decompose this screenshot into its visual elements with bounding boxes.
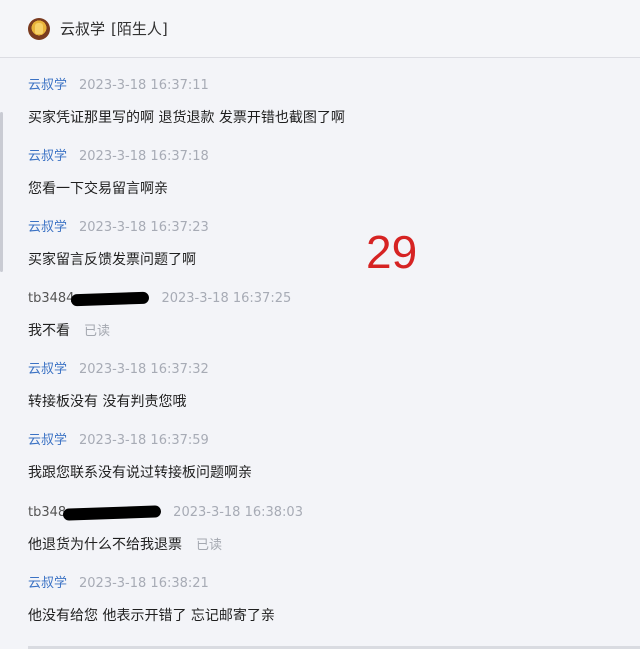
sender-name[interactable]: 云叔学 [28,433,67,448]
read-status: 已读 [196,538,223,553]
message-text-row: 他退货为什么不给我退票 已读 [28,535,628,556]
contact-name: 云叔学 [陌生人] [60,18,168,40]
message-item: 云叔学 2023-3-18 16:37:18 您看一下交易留言啊亲 [28,148,628,199]
message-text-row: 我不看 已读 [28,321,628,342]
message-text: 我跟您联系没有说过转接板问题啊亲 [28,465,252,481]
stranger-tag: [陌生人] [111,20,168,38]
message-item: tb348 2023-3-18 16:38:03 他退货为什么不给我退票 已读 [28,504,628,556]
message-item: 云叔学 2023-3-18 16:38:21 他没有给您 他表示开错了 忘记邮寄了… [28,575,628,626]
page-number: 29 [366,226,418,278]
sender-name[interactable]: 云叔学 [28,362,67,377]
sender-name[interactable]: 云叔学 [28,576,67,591]
message-text: 您看一下交易留言啊亲 [28,181,168,197]
message-text: 买家凭证那里写的啊 退货退款 发票开错也截图了啊 [28,110,345,126]
sender-name[interactable]: 云叔学 [28,220,67,235]
timestamp: 2023-3-18 16:38:21 [79,576,209,591]
message-meta: 云叔学 2023-3-18 16:37:18 [28,148,628,166]
message-item: 云叔学 2023-3-18 16:37:11 买家凭证那里写的啊 退货退款 发票开… [28,77,628,128]
timestamp: 2023-3-18 16:37:11 [79,78,209,93]
avatar-icon[interactable] [28,18,50,40]
sender-name[interactable]: tb348 [28,505,66,520]
message-text: 转接板没有 没有判责您哦 [28,394,187,410]
message-item: 云叔学 2023-3-18 16:37:59 我跟您联系没有说过转接板问题啊亲 [28,432,628,483]
sender-name[interactable]: tb3484 [28,291,74,306]
message-item: tb3484 2023-3-18 16:37:25 我不看 已读 [28,290,628,342]
redaction-mark [71,291,150,306]
message-text: 我不看 [28,323,70,339]
message-item: 云叔学 2023-3-18 16:37:32 转接板没有 没有判责您哦 [28,361,628,412]
timestamp: 2023-3-18 16:37:23 [79,220,209,235]
sender-name[interactable]: 云叔学 [28,149,67,164]
message-meta: 云叔学 2023-3-18 16:37:23 [28,219,628,237]
message-meta: 云叔学 2023-3-18 16:38:21 [28,575,628,593]
chat-header: 云叔学 [陌生人] [0,0,640,58]
message-text: 他退货为什么不给我退票 [28,537,182,553]
message-text: 他没有给您 他表示开错了 忘记邮寄了亲 [28,608,275,624]
timestamp: 2023-3-18 16:37:32 [79,362,209,377]
message-meta: 云叔学 2023-3-18 16:37:11 [28,77,628,95]
timestamp: 2023-3-18 16:37:25 [161,291,292,306]
message-meta: 云叔学 2023-3-18 16:37:32 [28,361,628,379]
redaction-mark [62,504,162,521]
timestamp: 2023-3-18 16:38:03 [173,505,303,520]
message-meta: 云叔学 2023-3-18 16:37:59 [28,432,628,450]
contact-name-text: 云叔学 [60,20,106,38]
message-item: 云叔学 2023-3-18 16:37:23 买家留言反馈发票问题了啊 [28,219,628,270]
sender-name[interactable]: 云叔学 [28,78,67,93]
message-text: 买家留言反馈发票问题了啊 [28,252,196,268]
read-status: 已读 [84,324,111,339]
timestamp: 2023-3-18 16:37:18 [79,149,209,164]
scrollbar[interactable] [0,112,3,272]
timestamp: 2023-3-18 16:37:59 [79,433,209,448]
message-meta: tb3484 2023-3-18 16:37:25 [28,290,628,308]
message-meta: tb348 2023-3-18 16:38:03 [28,504,628,522]
